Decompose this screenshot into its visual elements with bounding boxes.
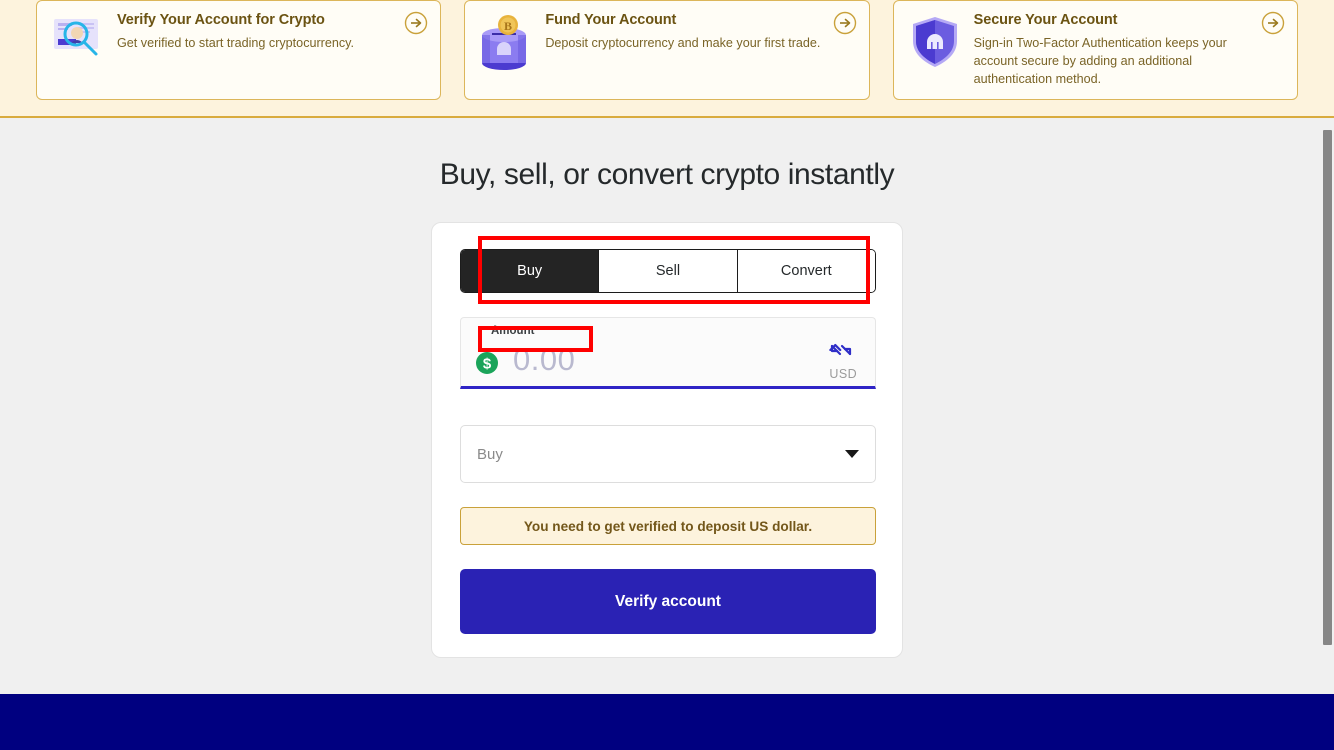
site-footer [0,694,1334,750]
trade-mode-tabs: Buy Sell Convert [460,249,876,293]
arrow-right-circle-icon[interactable] [833,11,857,35]
onboarding-card-description: Get verified to start trading cryptocurr… [117,35,355,50]
shield-kraken-icon [906,11,968,89]
amount-label: Amount [491,325,535,337]
onboarding-card-verify[interactable]: Verify Your Account for Crypto Get verif… [36,0,442,100]
swap-arrows-icon[interactable] [829,342,853,362]
trade-widget-card: Buy Sell Convert Amount $ 0.00 USD Buy Y… [431,222,903,658]
usd-green-dollar-icon: $ [475,351,499,375]
onboarding-card-text: Verify Your Account for Crypto Get verif… [111,11,428,89]
id-card-magnifier-icon [49,11,111,89]
amount-input[interactable]: 0.00 [513,342,575,378]
onboarding-card-text: Fund Your Account Deposit cryptocurrency… [539,11,856,89]
onboarding-card-description: Deposit cryptocurrency and make your fir… [545,35,821,50]
amount-input-group[interactable]: Amount $ 0.00 USD [460,317,876,389]
onboarding-card-text: Secure Your Account Sign-in Two-Factor A… [968,11,1285,89]
onboarding-card-title: Fund Your Account [545,12,677,28]
chevron-down-icon [845,450,859,458]
onboarding-card-title: Secure Your Account [973,12,1118,28]
verification-notice: You need to get verified to deposit US d… [460,507,876,545]
onboarding-card-secure[interactable]: Secure Your Account Sign-in Two-Factor A… [892,0,1298,100]
svg-text:B: B [504,19,512,33]
svg-text:$: $ [483,356,492,373]
page-scrollbar-thumb[interactable] [1323,130,1332,645]
instant-buy-section: Buy, sell, or convert crypto instantly B… [0,118,1321,694]
verify-account-button[interactable]: Verify account [460,569,876,634]
arrow-right-circle-icon[interactable] [404,11,428,35]
amount-currency-label: USD [829,367,857,381]
onboarding-card-row: Verify Your Account for Crypto Get verif… [36,0,1298,100]
onboarding-card-description: Sign-in Two-Factor Authentication keeps … [973,35,1227,87]
arrow-right-circle-icon[interactable] [1261,11,1285,35]
onboarding-card-title: Verify Your Account for Crypto [117,12,325,28]
page-scrollbar-track[interactable] [1321,118,1334,694]
onboarding-card-fund[interactable]: B Fund Your Account Deposit cryptocurren… [464,0,870,100]
tab-sell[interactable]: Sell [599,250,738,292]
tab-convert[interactable]: Convert [737,250,875,292]
bitcoin-coin-vault-icon: B [477,11,539,89]
page-title: Buy, sell, or convert crypto instantly [439,158,895,191]
onboarding-banner: Verify Your Account for Crypto Get verif… [0,0,1334,118]
tab-buy[interactable]: Buy [461,250,600,292]
asset-select-dropdown[interactable]: Buy [460,425,876,483]
asset-select-value: Buy [477,445,503,463]
